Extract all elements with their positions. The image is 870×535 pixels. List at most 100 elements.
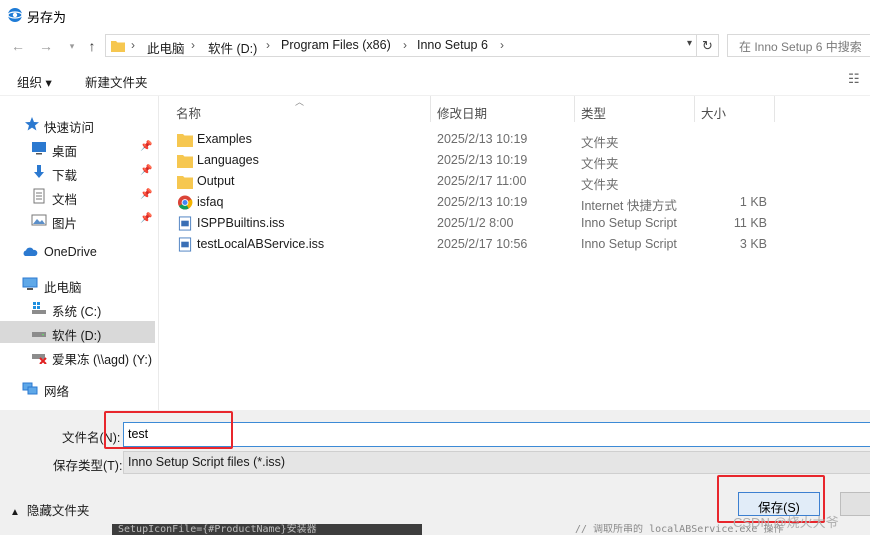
- desktop-icon: [32, 142, 46, 155]
- sidebar-item-quick-access[interactable]: 快速访问: [0, 113, 155, 135]
- sidebar-item-downloads[interactable]: 下载 📌: [0, 161, 155, 183]
- sidebar-item-label: 文档: [52, 193, 78, 207]
- column-separator[interactable]: [774, 96, 775, 122]
- filename-input[interactable]: test: [123, 422, 870, 447]
- sidebar-item-network[interactable]: 网络: [0, 377, 155, 399]
- iss-file-icon: [178, 237, 192, 252]
- filetype-select[interactable]: Inno Setup Script files (*.iss): [123, 451, 870, 474]
- file-list: ︿ 名称 修改日期 类型 大小 Examples 2025/2/13 10:19…: [159, 96, 870, 410]
- star-icon: [25, 117, 39, 131]
- breadcrumb-separator-icon: ›: [403, 38, 407, 52]
- chrome-icon: [177, 195, 193, 210]
- organize-button[interactable]: 组织 ▾: [17, 72, 52, 91]
- pictures-icon: [31, 214, 47, 226]
- search-input[interactable]: 在 Inno Setup 6 中搜索: [727, 34, 870, 57]
- sidebar-item-drive-c[interactable]: 系统 (C:): [0, 297, 155, 319]
- view-options-icon[interactable]: ☷: [848, 71, 864, 86]
- network-drive-icon: [32, 354, 47, 364]
- forward-arrow-icon[interactable]: →: [38, 38, 54, 54]
- sidebar-item-desktop[interactable]: 桌面 📌: [0, 137, 155, 159]
- document-icon: [33, 188, 45, 204]
- recent-dropdown-icon[interactable]: ▾: [64, 38, 80, 54]
- address-bar-row: ← → ▾ ↑ › 此电脑 › 软件 (D:) › Program Files …: [0, 30, 870, 62]
- sidebar-item-label: 下载: [52, 169, 78, 183]
- hide-folders-toggle[interactable]: ▲ 隐藏文件夹: [10, 500, 89, 519]
- sidebar-item-documents[interactable]: 文档 📌: [0, 185, 155, 207]
- breadcrumb-inno-setup[interactable]: Inno Setup 6: [417, 38, 488, 52]
- folder-icon: [111, 41, 125, 52]
- sidebar-item-label: 网络: [44, 385, 70, 399]
- cancel-button[interactable]: [840, 492, 870, 516]
- column-separator[interactable]: [574, 96, 575, 122]
- column-header-type[interactable]: 类型: [581, 103, 606, 122]
- sidebar-item-label: 爱果冻 (\\agd) (Y:): [52, 353, 153, 367]
- folder-icon: [177, 155, 193, 168]
- folder-icon: [177, 134, 193, 147]
- sidebar-item-drive-d[interactable]: 软件 (D:): [0, 321, 155, 343]
- up-arrow-icon[interactable]: ↑: [84, 38, 100, 54]
- title-bar: 另存为: [0, 0, 870, 30]
- cloud-icon: [23, 247, 38, 256]
- breadcrumb-separator-icon: ›: [500, 38, 504, 52]
- sidebar-item-label: 此电脑: [44, 281, 82, 295]
- file-type: 文件夹: [581, 178, 619, 192]
- file-row-ispp-builtins[interactable]: ISPPBuiltins.iss 2025/1/2 8:00 Inno Setu…: [159, 213, 870, 234]
- pin-icon: 📌: [140, 189, 153, 200]
- file-size: 3 KB: [739, 237, 767, 251]
- file-row-isfaq[interactable]: isfaq 2025/2/13 10:19 Internet 快捷方式 1 KB: [159, 192, 870, 213]
- column-separator[interactable]: [430, 96, 431, 122]
- annotation-box-filename: [104, 411, 233, 449]
- pin-icon: 📌: [140, 213, 153, 224]
- file-type: 文件夹: [581, 136, 619, 150]
- file-name: Examples: [197, 132, 252, 146]
- column-header-size[interactable]: 大小: [701, 103, 726, 122]
- breadcrumb-program-files[interactable]: Program Files (x86): [281, 38, 391, 52]
- sidebar-item-label: 图片: [52, 217, 78, 231]
- pin-icon: 📌: [140, 141, 153, 152]
- breadcrumb-separator-icon: ›: [266, 38, 270, 52]
- column-header-name[interactable]: 名称: [176, 103, 201, 122]
- drive-c-icon: [32, 302, 46, 314]
- back-arrow-icon[interactable]: ←: [10, 38, 26, 54]
- chevron-up-icon: ▲: [10, 507, 20, 518]
- watermark: CSDN @烧火大爷: [733, 515, 839, 530]
- sidebar-item-label: 快速访问: [44, 121, 95, 135]
- sidebar-item-pictures[interactable]: 图片 📌: [0, 209, 155, 231]
- iss-file-icon: [178, 216, 192, 231]
- folder-icon: [177, 176, 193, 189]
- file-name: ISPPBuiltins.iss: [197, 216, 285, 230]
- breadcrumb-drive-d[interactable]: 软件 (D:): [208, 38, 257, 57]
- file-type: Inno Setup Script: [581, 216, 677, 230]
- window-title: 另存为: [27, 10, 67, 25]
- address-dropdown-icon[interactable]: ▾: [687, 38, 692, 49]
- file-size: 1 KB: [739, 195, 767, 209]
- sidebar-item-this-pc[interactable]: 此电脑: [0, 273, 155, 295]
- address-bar[interactable]: › 此电脑 › 软件 (D:) › Program Files (x86) › …: [105, 34, 697, 57]
- drive-d-icon: [32, 332, 46, 337]
- pin-icon: 📌: [140, 165, 153, 176]
- new-folder-button[interactable]: 新建文件夹: [85, 72, 148, 91]
- download-icon: [34, 165, 44, 178]
- column-separator[interactable]: [694, 96, 695, 122]
- file-type: Inno Setup Script: [581, 237, 677, 251]
- file-date: 2025/2/13 10:19: [437, 132, 528, 146]
- file-row-output[interactable]: Output 2025/2/17 11:00 文件夹: [159, 171, 870, 192]
- sidebar-item-onedrive[interactable]: OneDrive: [0, 241, 155, 263]
- sidebar-item-network-drive[interactable]: 爱果冻 (\\agd) (Y:): [0, 345, 155, 367]
- file-name: Languages: [197, 153, 259, 167]
- background-code-left: SetupIconFile={#ProductName}安装器: [112, 524, 422, 535]
- file-row-examples[interactable]: Examples 2025/2/13 10:19 文件夹: [159, 129, 870, 150]
- hide-folders-label: 隐藏文件夹: [26, 504, 90, 518]
- column-header-date[interactable]: 修改日期: [437, 103, 487, 122]
- breadcrumb-this-pc[interactable]: 此电脑: [147, 38, 185, 57]
- file-row-test-local-ab-service[interactable]: testLocalABService.iss 2025/2/17 10:56 I…: [159, 234, 870, 255]
- file-row-languages[interactable]: Languages 2025/2/13 10:19 文件夹: [159, 150, 870, 171]
- file-date: 2025/2/13 10:19: [437, 153, 528, 167]
- sidebar-item-label: 系统 (C:): [52, 305, 102, 319]
- file-name: isfaq: [197, 195, 224, 209]
- sort-arrow-icon: ︿: [295, 97, 305, 107]
- refresh-icon[interactable]: ↻: [697, 34, 719, 57]
- sidebar-item-label: 桌面: [52, 145, 78, 159]
- file-size: 11 KB: [733, 216, 767, 230]
- file-name: testLocalABService.iss: [197, 237, 325, 251]
